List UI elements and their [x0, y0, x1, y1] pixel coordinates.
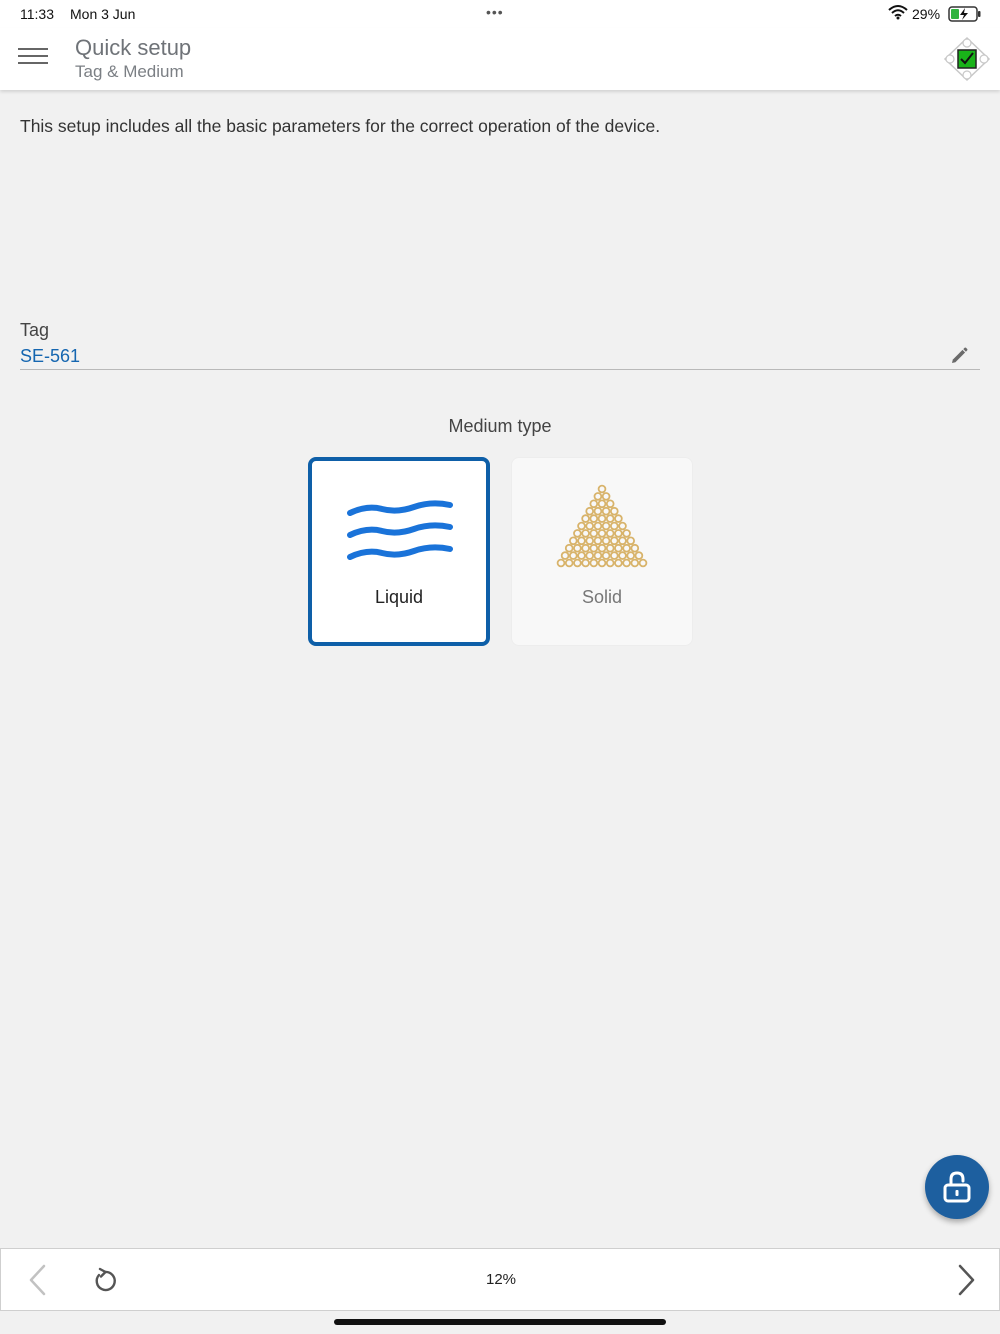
page-subtitle: Tag & Medium [75, 62, 184, 81]
multitask-dots[interactable]: ••• [486, 4, 504, 20]
device-status-icon[interactable] [942, 36, 992, 82]
tag-label: Tag [20, 320, 50, 340]
status-date: Mon 3 Jun [70, 6, 136, 22]
progress-percent: 12% [485, 1271, 517, 1288]
medium-option-label: Solid [581, 587, 623, 607]
page-title: Quick setup [75, 35, 192, 60]
intro-text: This setup includes all the basic parame… [20, 116, 661, 136]
battery-percent: 29% [912, 6, 941, 22]
home-indicator [334, 1319, 666, 1325]
medium-type-title: Medium type [448, 416, 552, 436]
pencil-edit-icon[interactable] [949, 346, 969, 366]
medium-option-solid[interactable]: Solid [511, 457, 693, 646]
tag-field[interactable]: SE-561 [20, 346, 80, 367]
medium-option-label: Liquid [374, 587, 424, 607]
bottom-navigation-bar: 12% [0, 1248, 1000, 1311]
wifi-icon [888, 4, 908, 23]
medium-option-liquid[interactable]: Liquid [308, 457, 490, 646]
chevron-right-icon[interactable] [951, 1263, 981, 1297]
lock-button[interactable] [925, 1155, 989, 1219]
status-bar: 11:33 Mon 3 Jun ••• 29% [0, 0, 1000, 28]
battery-charging-icon [948, 6, 982, 25]
app-bar: Quick setup Tag & Medium [0, 28, 1000, 90]
pile-of-granules-icon [512, 480, 692, 570]
lock-open-icon [943, 1171, 971, 1203]
status-time: 11:33 [20, 6, 54, 22]
hamburger-menu-icon[interactable] [18, 48, 50, 70]
waves-icon [312, 483, 486, 573]
tag-underline [20, 369, 980, 370]
